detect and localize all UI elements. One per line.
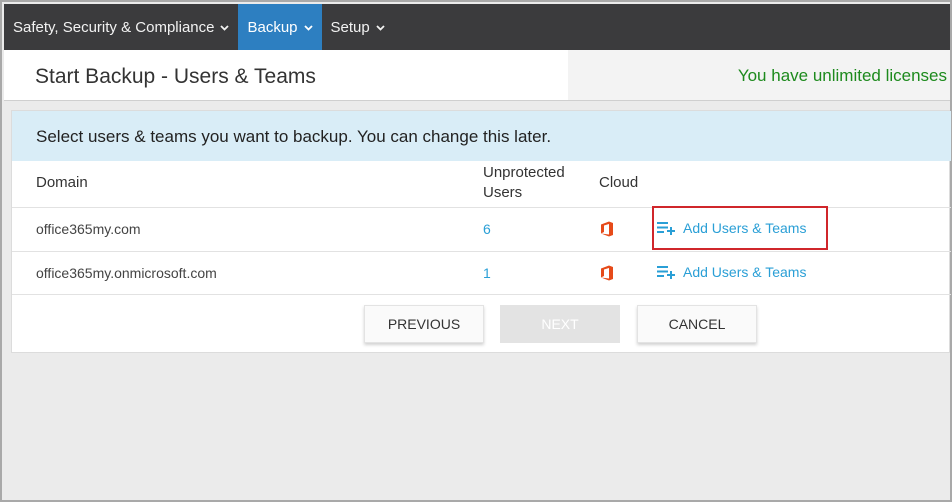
header-title-area: Start Backup - Users & Teams [4,50,568,100]
column-header-unprotected-users: Unprotected Users [483,163,593,203]
chevron-down-icon [376,23,385,32]
office365-icon [600,221,614,237]
banner-text: Select users & teams you want to backup.… [36,127,552,146]
add-list-icon [657,266,675,279]
chevron-down-icon [303,23,313,32]
page-header: Start Backup - Users & Teams You have un… [4,50,950,101]
column-header-cloud: Cloud [599,174,639,191]
add-users-teams-label: Add Users & Teams [683,264,807,280]
nav-item-label: Safety, Security & Compliance [13,18,215,36]
domain-cell: office365my.com [36,221,141,237]
column-header-line: Users [483,184,523,201]
table-row: office365my.com 6 Add Users & Teams [12,206,951,251]
page-title: Start Backup - Users & Teams [35,65,316,88]
top-navigation: Safety, Security & Compliance Backup Set… [4,4,950,50]
chevron-down-icon [220,23,230,32]
column-header-line: Unprotected [483,164,565,181]
info-banner: Select users & teams you want to backup.… [12,111,951,161]
license-status: You have unlimited licenses [737,66,947,85]
table-row: office365my.onmicrosoft.com 1 Add Users … [12,251,951,295]
office365-icon [600,265,614,281]
column-header-domain: Domain [36,174,88,191]
nav-item-setup[interactable]: Setup [322,4,394,50]
cancel-button[interactable]: CANCEL [637,305,757,343]
window-frame: Safety, Security & Compliance Backup Set… [0,0,952,502]
add-users-teams-link[interactable]: Add Users & Teams [657,264,806,280]
unprotected-count-link[interactable]: 1 [483,265,491,281]
previous-button[interactable]: PREVIOUS [364,305,484,343]
backup-card: Select users & teams you want to backup.… [11,110,951,353]
next-button[interactable]: NEXT [500,305,620,343]
nav-item-label: Setup [330,18,370,36]
nav-item-safety-security-compliance[interactable]: Safety, Security & Compliance [4,4,238,50]
nav-item-label: Backup [247,18,298,36]
unprotected-count-link[interactable]: 6 [483,221,491,237]
domain-cell: office365my.onmicrosoft.com [36,265,217,281]
highlight-annotation-box [652,206,828,250]
nav-item-backup[interactable]: Backup [238,4,322,50]
